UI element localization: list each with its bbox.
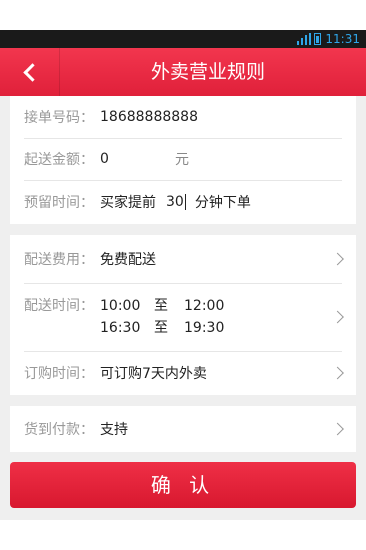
time-ranges: 10:00 至 12:00 16:30 至 19:30 <box>100 295 224 339</box>
order-time-row[interactable]: 订购时间： 可订购7天内外卖 <box>24 351 344 395</box>
reserve-label: 预留时间： <box>24 195 94 211</box>
text-cursor <box>184 194 186 210</box>
phone-value[interactable]: 18688888888 <box>100 109 198 125</box>
time-end-1: 12:00 <box>184 298 225 314</box>
time-range-2: 16:30 至 19:30 <box>100 317 224 339</box>
time-start-2: 16:30 <box>100 320 141 336</box>
payment-card: 货到付款： 支持 <box>10 406 356 452</box>
amount-label: 起送金额： <box>24 152 94 168</box>
status-time: 11:31 <box>325 32 360 46</box>
confirm-button[interactable]: 确 认 <box>10 462 356 508</box>
time-to-2: 至 <box>154 320 168 336</box>
chevron-right-icon <box>331 252 344 266</box>
time-to-1: 至 <box>154 298 168 314</box>
content-area: 接单号码： 18688888888 起送金额： 0 元 预留时间： 买家提前 3… <box>0 96 366 520</box>
chevron-right-icon <box>331 366 344 380</box>
amount-row[interactable]: 起送金额： 0 元 <box>24 138 342 181</box>
fee-label: 配送费用： <box>24 252 94 268</box>
battery-icon <box>314 33 322 45</box>
cod-value: 支持 <box>100 422 128 438</box>
cod-row[interactable]: 货到付款： 支持 <box>24 406 344 452</box>
phone-row[interactable]: 接单号码： 18688888888 <box>24 96 342 139</box>
signal-icon <box>297 33 312 45</box>
reserve-time-row[interactable]: 预留时间： 买家提前 30 分钟下单 <box>24 180 342 224</box>
chevron-left-icon <box>23 62 42 82</box>
phone-label: 接单号码： <box>24 110 94 126</box>
cod-label: 货到付款： <box>24 422 94 438</box>
top-gap <box>0 0 366 30</box>
screen: 11:31 外卖营业规则 接单号码： 18688888888 起送金额： 0 元… <box>0 0 366 550</box>
time-range-1: 10:00 至 12:00 <box>100 295 224 317</box>
basic-info-card: 接单号码： 18688888888 起送金额： 0 元 预留时间： 买家提前 3… <box>10 96 356 224</box>
reserve-prefix: 买家提前 <box>100 195 156 211</box>
time-end-2: 19:30 <box>184 320 225 336</box>
chevron-right-icon <box>331 422 344 436</box>
delivery-time-row[interactable]: 配送时间： 10:00 至 12:00 16:30 至 19:30 <box>24 283 344 352</box>
reserve-suffix: 分钟下单 <box>194 195 251 211</box>
delivery-card: 配送费用： 免费配送 配送时间： 10:00 至 12:00 16:30 至 1… <box>10 235 356 395</box>
page-title: 外卖营业规则 <box>150 61 265 83</box>
status-bar: 11:31 <box>0 30 366 48</box>
time-start-1: 10:00 <box>100 298 141 314</box>
amount-value[interactable]: 0 <box>100 151 175 167</box>
order-value: 可订购7天内外卖 <box>100 366 207 382</box>
amount-unit: 元 <box>175 152 189 168</box>
title-bar: 外卖营业规则 <box>0 48 366 96</box>
fee-value: 免费配送 <box>100 252 156 268</box>
time-label: 配送时间： <box>24 298 94 314</box>
delivery-fee-row[interactable]: 配送费用： 免费配送 <box>24 235 344 284</box>
back-button[interactable] <box>0 48 60 96</box>
chevron-right-icon <box>331 310 344 324</box>
reserve-minutes-input[interactable]: 30 <box>166 194 184 210</box>
order-label: 订购时间： <box>24 366 94 382</box>
